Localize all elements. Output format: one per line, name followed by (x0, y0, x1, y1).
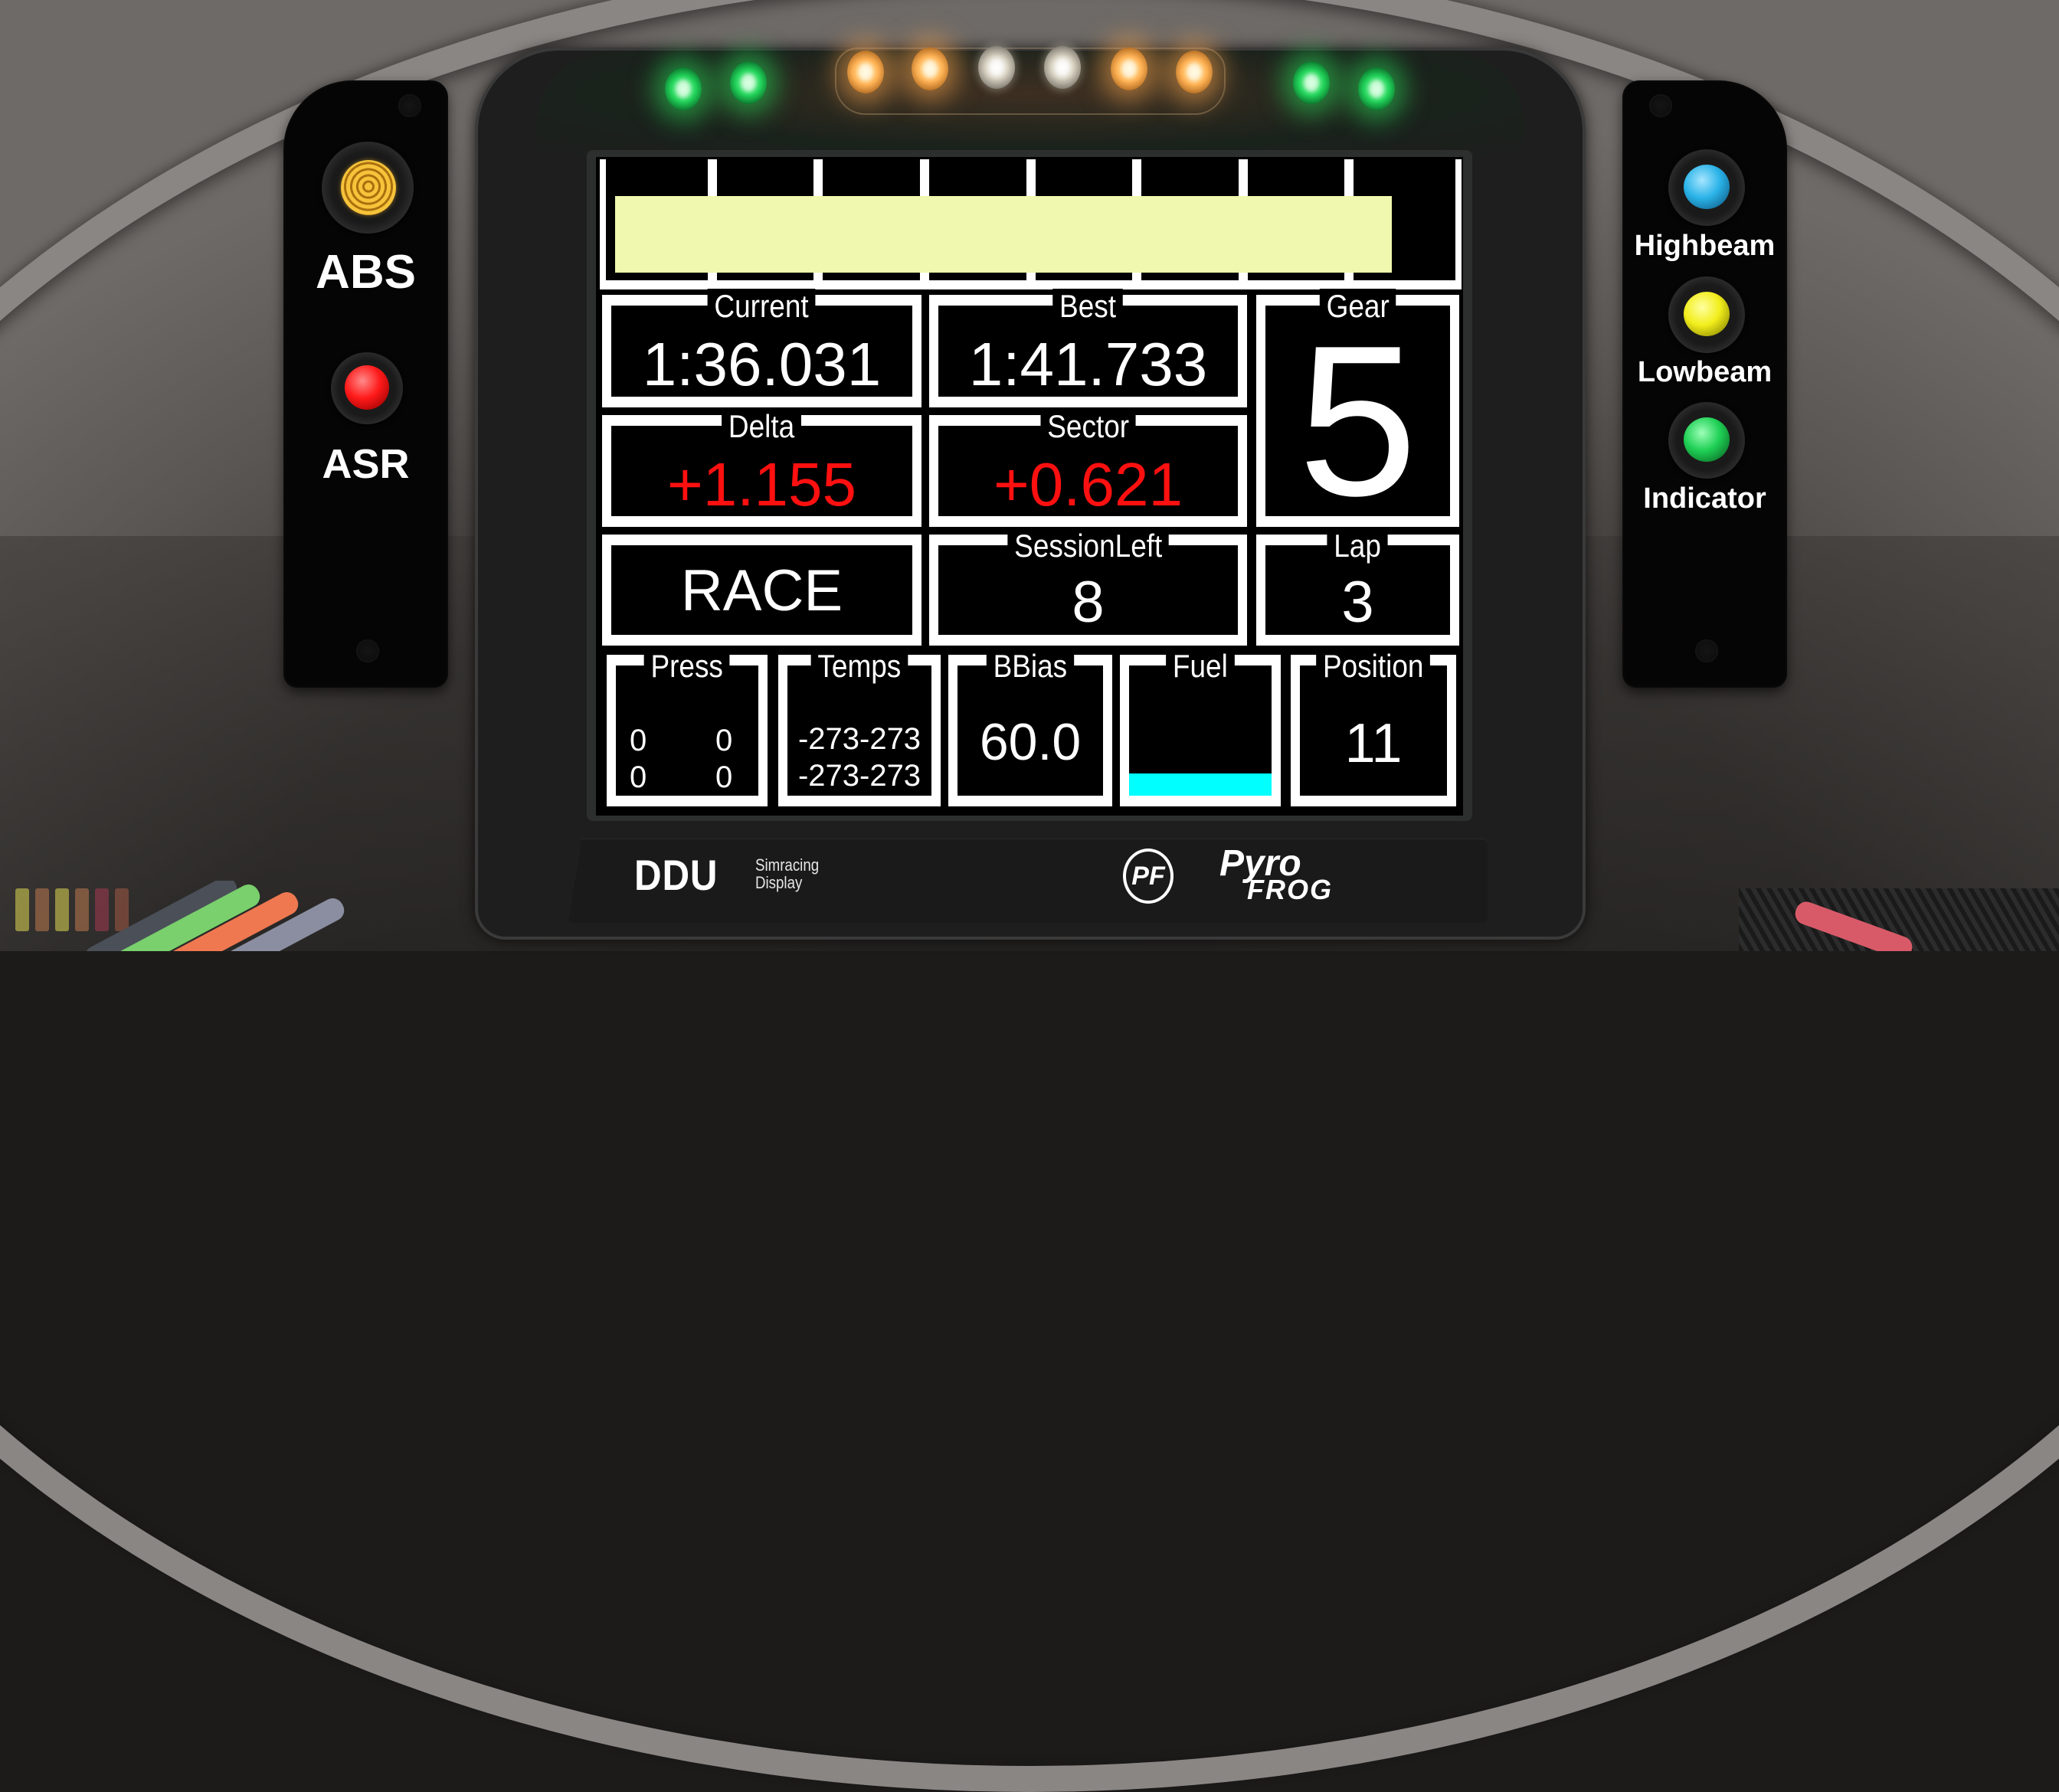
ddu-subtitle-line1: Simracing (755, 855, 820, 875)
shift-light-green (1358, 67, 1395, 110)
delta-box: Delta +1.155 (602, 409, 921, 527)
lap-box: Lap 3 (1256, 528, 1459, 646)
left-indicator-panel: ABS ASR (283, 80, 448, 688)
pressure-rr: 0 (715, 760, 733, 794)
shift-light-amber (912, 47, 948, 90)
shift-light-amber (1176, 51, 1213, 93)
brake-bias-value: 60.0 (979, 713, 1082, 771)
session-type-value: RACE (680, 558, 843, 623)
asr-warning-icon (345, 365, 389, 410)
pyrofrog-mark-icon: PF (1123, 849, 1174, 904)
screw-icon (356, 639, 379, 662)
temps-rear: -273-273 (797, 759, 921, 793)
shift-light-green (1293, 61, 1330, 104)
shift-light-green (665, 67, 702, 110)
rpm-bar-bottom-border (600, 280, 1462, 289)
current-lap-time: 1:36.031 (642, 330, 882, 398)
session-type-box: RACE (602, 535, 921, 646)
tyre-pressure-box: Press 0 0 0 0 (607, 649, 768, 806)
lap-value: 3 (1341, 570, 1374, 635)
shift-light-amber (1111, 47, 1147, 90)
current-lap-box: Current 1:36.031 (602, 289, 921, 407)
ddu-subtitle: Simracing Display (755, 856, 819, 891)
asr-label: ASR (322, 441, 410, 487)
pyrofrog-logo-line2: FROG (1247, 874, 1333, 905)
shift-light-white (1044, 46, 1081, 89)
brake-bias-box: BBias 60.0 (948, 649, 1112, 806)
right-indicator-panel: Highbeam Lowbeam Indicator (1622, 80, 1787, 688)
screw-icon (1695, 639, 1718, 662)
session-left-box: SessionLeft 8 (929, 528, 1247, 646)
highbeam-icon (1684, 165, 1730, 209)
turn-indicator-icon (1684, 417, 1730, 462)
position-box: Position 11 (1291, 649, 1456, 806)
ddu-subtitle-line2: Display (755, 873, 803, 892)
shift-light-amber (847, 51, 884, 93)
fuel-box: Fuel (1120, 649, 1281, 806)
abs-warning-icon (341, 160, 396, 215)
temps-front: -273-273 (797, 722, 921, 756)
best-lap-time: 1:41.733 (968, 330, 1208, 398)
ddu-logo: DDU (634, 851, 719, 899)
sector-box: Sector +0.621 (929, 409, 1247, 527)
pressure-rl: 0 (630, 760, 647, 794)
pressure-fr: 0 (715, 724, 733, 757)
rpm-bar-fill (615, 196, 1392, 273)
pressure-fl: 0 (630, 724, 647, 757)
indicator-label: Indicator (1643, 482, 1766, 515)
wiring-right (1739, 888, 2059, 951)
shift-light-green (730, 61, 767, 104)
fuel-level-bar (1129, 773, 1272, 796)
gear-value: 5 (1298, 302, 1418, 541)
delta-value: +1.155 (667, 450, 856, 518)
lowbeam-icon (1684, 292, 1730, 336)
screw-icon (398, 94, 421, 117)
best-lap-box: Best 1:41.733 (929, 289, 1247, 407)
shift-light-housing (835, 47, 1226, 115)
screw-icon (1649, 94, 1672, 117)
abs-label: ABS (316, 246, 416, 299)
shift-light-white (978, 46, 1015, 89)
sector-value: +0.621 (993, 450, 1183, 518)
tyre-temps-box: Temps -273-273 -273-273 (778, 649, 941, 806)
session-left-value: 8 (1072, 570, 1105, 635)
wiring-left (0, 881, 383, 951)
lowbeam-label: Lowbeam (1637, 356, 1773, 388)
highbeam-label: Highbeam (1634, 230, 1776, 262)
position-value: 11 (1344, 713, 1403, 774)
gear-box: Gear 5 (1256, 289, 1459, 541)
